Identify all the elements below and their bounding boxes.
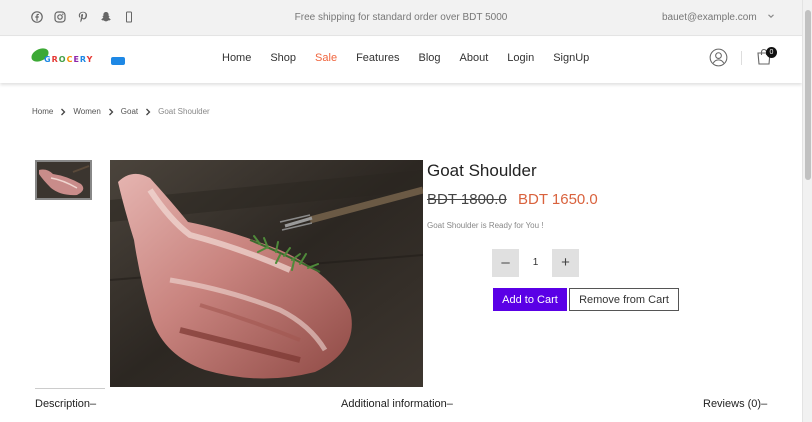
quantity-input[interactable]: 1	[519, 249, 552, 277]
nav-signup[interactable]: SignUp	[553, 52, 589, 64]
user-icon[interactable]	[709, 48, 728, 67]
nav-features[interactable]: Features	[356, 52, 399, 64]
logo-badge	[111, 57, 125, 65]
scrollbar-thumb[interactable]	[805, 10, 811, 180]
chevron-down-icon[interactable]	[766, 11, 776, 21]
main-nav: Home Shop Sale Features Blog About Login…	[222, 52, 608, 64]
tab-description[interactable]: Description–	[35, 398, 96, 410]
nav-shop[interactable]: Shop	[270, 52, 296, 64]
nav-sale[interactable]: Sale	[315, 52, 337, 64]
tabs-divider	[35, 388, 105, 389]
page-scrollbar[interactable]	[802, 0, 812, 422]
breadcrumb: Home Women Goat Goat Shoulder	[32, 107, 210, 116]
nav-login[interactable]: Login	[507, 52, 534, 64]
quantity-stepper: – 1 +	[492, 249, 579, 277]
tab-reviews[interactable]: Reviews (0)–	[703, 398, 767, 410]
chevron-right-icon	[108, 108, 114, 115]
original-price: BDT 1800.0	[427, 191, 507, 208]
product-title: Goat Shoulder	[427, 161, 537, 180]
decrease-quantity-button[interactable]: –	[492, 249, 519, 277]
add-to-cart-button[interactable]: Add to Cart	[493, 288, 567, 311]
chevron-right-icon	[146, 108, 151, 115]
breadcrumb-goat[interactable]: Goat	[121, 107, 138, 116]
remove-from-cart-button[interactable]: Remove from Cart	[569, 288, 679, 311]
nav-blog[interactable]: Blog	[419, 52, 441, 64]
breadcrumb-home[interactable]: Home	[32, 107, 53, 116]
goat-shoulder-image	[110, 160, 423, 387]
nav-home[interactable]: Home	[222, 52, 251, 64]
breadcrumb-current: Goat Shoulder	[158, 107, 210, 116]
goat-shoulder-thumbnail-image	[37, 162, 90, 198]
product-short-description: Goat Shoulder is Ready for You !	[427, 221, 544, 230]
increase-quantity-button[interactable]: +	[552, 249, 579, 277]
cart-count-badge: 0	[766, 47, 777, 58]
logo-text: GROCERY	[44, 55, 94, 64]
site-logo[interactable]: GROCERY	[29, 46, 126, 71]
nav-about[interactable]: About	[460, 52, 489, 64]
main-header: GROCERY Home Shop Sale Features Blog Abo…	[0, 37, 802, 83]
chevron-right-icon	[61, 108, 66, 115]
product-thumbnail[interactable]	[35, 160, 92, 200]
top-bar: Free shipping for standard order over BD…	[0, 0, 802, 36]
tab-additional-information[interactable]: Additional information–	[341, 398, 453, 410]
breadcrumb-women[interactable]: Women	[73, 107, 100, 116]
sale-price: BDT 1650.0	[518, 191, 598, 208]
header-divider	[741, 51, 742, 65]
product-main-image[interactable]	[110, 160, 423, 387]
account-email[interactable]: bauet@example.com	[662, 12, 757, 23]
